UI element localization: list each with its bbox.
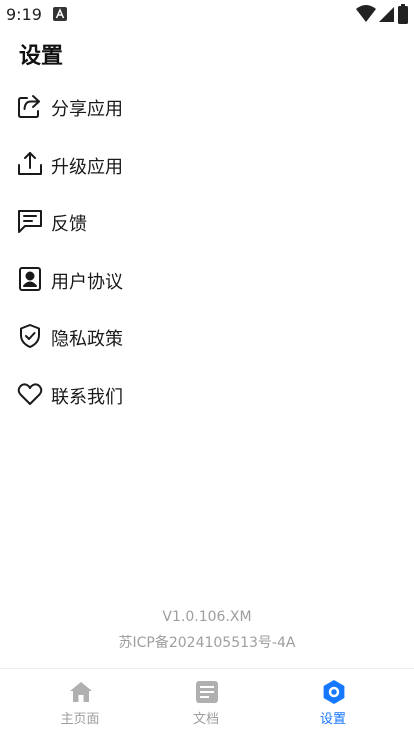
menu-item-user-agreement[interactable]: 用户协议 [0,255,414,303]
home-icon [70,682,92,702]
menu-item-label: 升级应用 [51,157,123,178]
feedback-icon [18,210,42,233]
nav-tab-documents[interactable]: 文档 [161,669,251,737]
menu-item-label: 隐私政策 [51,329,123,350]
app-version: V1.0.106.XM [162,609,252,625]
wifi-icon [356,5,376,22]
menu-item-label: 反馈 [51,214,87,235]
nav-tab-label: 设置 [319,712,346,727]
settings-screen: 9:19 设置 分享应用 升级应用 反馈 用户协议 隐私政策 联系我们 V1.0… [0,0,414,737]
menu-item-share-app[interactable]: 分享应用 [0,82,414,130]
nav-tab-label: 主页面 [60,712,100,727]
heart-icon [17,383,43,405]
status-time: 9:19 [6,5,42,24]
menu-item-label: 联系我们 [51,387,123,408]
icp-record[interactable]: 苏ICP备2024105513号-4A [0,632,414,652]
page-title: 设置 [19,44,64,69]
nav-tab-settings[interactable]: 设置 [288,669,378,737]
share-icon [18,95,40,118]
menu-item-feedback[interactable]: 反馈 [0,197,414,245]
menu-item-label: 用户协议 [51,272,123,293]
user-agreement-icon [19,267,41,291]
battery-icon [398,4,408,24]
nav-tab-label: 文档 [192,712,219,727]
privacy-shield-icon [20,324,40,348]
menu-item-contact-us[interactable]: 联系我们 [0,370,414,418]
nav-tab-home[interactable]: 主页面 [35,669,125,737]
document-icon [196,681,218,703]
cellular-signal-icon [379,7,394,22]
status-bar: 9:19 [0,0,414,30]
menu-item-label: 分享应用 [51,99,123,120]
upload-icon [18,152,42,175]
settings-icon [323,680,345,704]
bottom-nav: 主页面 文档 设置 [0,668,414,737]
status-icons [356,4,408,24]
notification-a-icon [53,7,67,21]
menu-item-privacy-policy[interactable]: 隐私政策 [0,312,414,360]
menu-item-upgrade-app[interactable]: 升级应用 [0,140,414,188]
